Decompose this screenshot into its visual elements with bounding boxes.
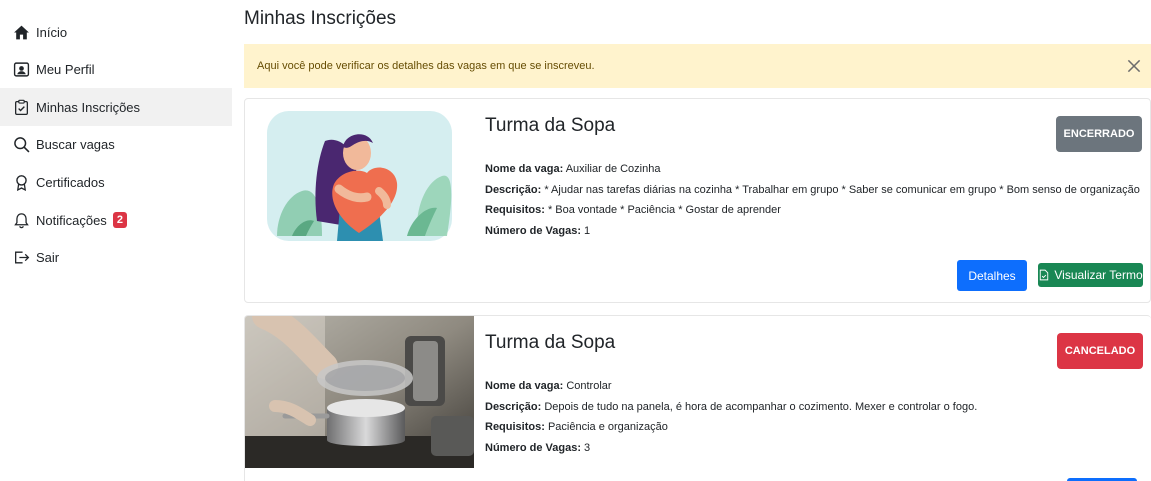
requirements-line: Requisitos: * Boa vontade * Paciência * … [485,204,781,216]
sidebar-item-certificados[interactable]: Certificados [0,163,232,201]
status-badge: ENCERRADO [1056,116,1142,152]
sidebar-item-label: Início [36,24,68,40]
vacancies-line: Número de Vagas: 1 [485,225,590,237]
requirements-value: * Boa vontade * Paciência * Gostar de ap… [547,204,781,216]
requirements-label: Requisitos: [485,421,545,433]
close-icon[interactable] [1125,57,1143,75]
sidebar-item-inicio[interactable]: Início [0,13,232,51]
vacancies-label: Número de Vagas: [485,442,581,454]
sidebar-item-sair[interactable]: Sair [0,238,232,276]
sidebar-item-meu-perfil[interactable]: Meu Perfil [0,50,232,88]
vacancies-value: 1 [584,225,591,237]
house-icon [12,23,30,41]
page-title: Minhas Inscrições [244,8,397,29]
sidebar: Início Meu Perfil Minhas Inscrições Busc… [0,0,232,481]
vacancies-value: 3 [584,442,591,454]
cooking-pot-photo [245,316,474,468]
search-icon [12,135,30,153]
clipboard-check-icon [12,98,30,116]
requirements-label: Requisitos: [485,204,545,216]
vaga-name-line: Nome da vaga: Controlar [485,380,612,392]
alert-text: Aqui você pode verificar os detalhes das… [257,60,595,72]
subscription-card: Turma da Sopa CANCELADO Nome da vaga: Co… [244,315,1151,481]
sidebar-item-label: Meu Perfil [36,61,95,77]
description-value: Depois de tudo na panela, é hora de acom… [544,401,978,413]
vaga-name-value: Auxiliar de Cozinha [565,163,661,175]
card-title: Turma da Sopa [485,115,616,136]
notification-count-badge: 2 [112,212,127,228]
file-icon [1038,269,1050,281]
vaga-name-line: Nome da vaga: Auxiliar de Cozinha [485,163,660,175]
sidebar-item-label: Notificações [36,212,107,228]
person-badge-icon [12,60,30,78]
logout-icon [12,248,30,266]
award-icon [12,173,30,191]
vaga-name-label: Nome da vaga: [485,163,564,175]
details-button[interactable]: Detalhes [957,260,1027,291]
description-line: Descrição: Depois de tudo na panela, é h… [485,401,977,413]
subscription-card: Turma da Sopa ENCERRADO Nome da vaga: Au… [244,98,1151,303]
sidebar-item-buscar-vagas[interactable]: Buscar vagas [0,125,232,163]
description-label: Descrição: [485,184,542,196]
description-line: Descrição: * Ajudar nas tarefas diárias … [485,184,1140,196]
vaga-name-label: Nome da vaga: [485,380,564,392]
sidebar-item-label: Sair [36,249,60,265]
view-term-button[interactable]: Visualizar Termo [1038,263,1143,287]
sidebar-item-label: Buscar vagas [36,136,115,152]
bell-icon [12,211,30,229]
vacancies-label: Número de Vagas: [485,225,581,237]
sidebar-item-minhas-inscricoes[interactable]: Minhas Inscrições [0,88,232,126]
description-label: Descrição: [485,401,542,413]
sidebar-item-notificacoes[interactable]: Notificações 2 [0,201,232,239]
view-term-label: Visualizar Termo [1054,268,1143,282]
status-badge: CANCELADO [1057,333,1143,369]
card-title: Turma da Sopa [485,332,616,353]
description-value: * Ajudar nas tarefas diárias na cozinha … [544,184,1140,196]
requirements-line: Requisitos: Paciência e organização [485,421,668,433]
requirements-value: Paciência e organização [547,421,668,433]
sidebar-item-label: Certificados [36,174,105,190]
sidebar-item-label: Minhas Inscrições [36,99,141,115]
vaga-name-value: Controlar [566,380,612,392]
info-alert: Aqui você pode verificar os detalhes das… [244,44,1151,88]
volunteer-illustration [267,111,452,241]
vacancies-line: Número de Vagas: 3 [485,442,590,454]
